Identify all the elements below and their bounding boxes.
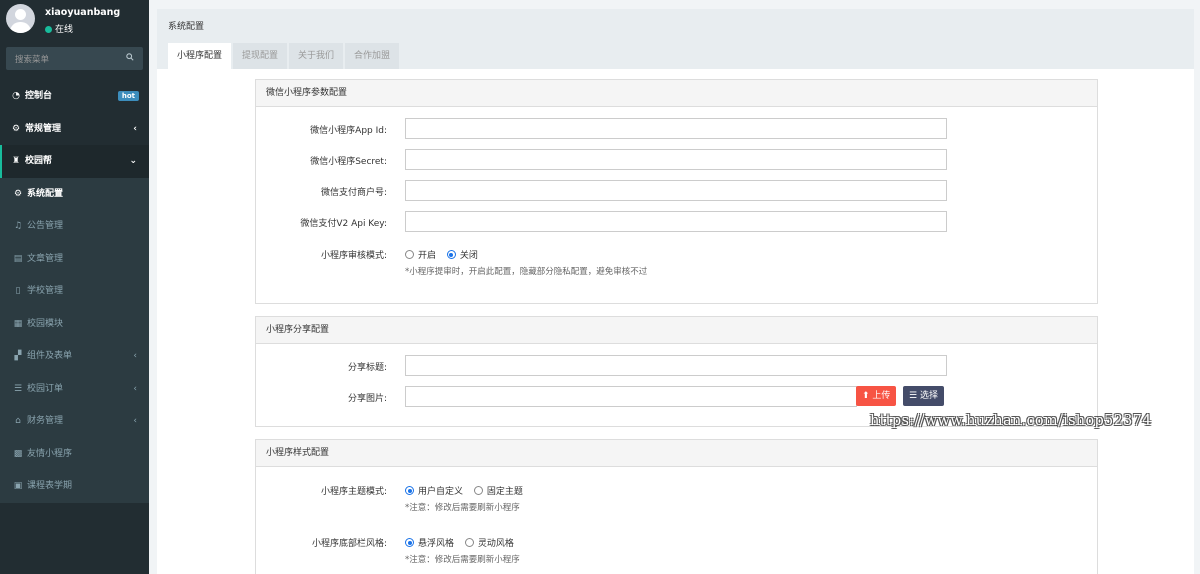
tabbar-floating-option[interactable]: 悬浮风格 [405,538,454,549]
radio-unchecked-icon[interactable] [464,538,474,547]
chevron-left-icon: ‹ [133,383,137,394]
hot-badge: hot [117,91,139,101]
review-mode-radios: 开启 关闭 [405,248,486,261]
page-title: 系统配置 [168,22,205,32]
share-section: 小程序分享配置 分享标题: 分享图片: ⬆ 上传 ☰ 选择 [255,316,1098,427]
sidebar-item-semesters[interactable]: ▣ 课程表学期 [0,470,149,503]
calendar-icon: ▣ [13,481,23,491]
wechat-params-section: 微信小程序参数配置 微信小程序App Id: 微信小程序Secret: 微信支付… [255,79,1098,304]
sidebar-item-articles[interactable]: ▤ 文章管理 [0,242,149,275]
choose-button[interactable]: ☰ 选择 [903,386,944,406]
section-title: 微信小程序参数配置 [256,80,1097,107]
tabbar-dynamic-option[interactable]: 灵动风格 [464,538,514,549]
secret-label: 微信小程序Secret: [310,157,387,167]
list-icon: ☰ [909,391,920,401]
list-alt-icon: ▤ [13,253,23,264]
theme-mode-hint: *注意：修改后需要刷新小程序 [405,503,520,513]
sidebar-item-dashboard[interactable]: ◔ 控制台 hot [0,80,149,113]
user-panel: xiaoyuanbang 在线 [0,0,149,44]
username: xiaoyuanbang [45,7,121,18]
search-icon[interactable] [126,53,134,61]
bell-icon: ♫ [13,221,23,231]
review-mode-label: 小程序审核模式: [320,251,387,261]
share-image-input[interactable] [405,386,857,407]
share-title-label: 分享标题: [347,363,387,373]
bank-icon: ⌂ [15,416,21,426]
sidebar-item-finance[interactable]: ⌂ 财务管理 ‹ [0,405,149,438]
online-dot-icon [45,26,52,33]
upload-icon: ⬆ [862,391,873,401]
cogs-icon: ⚙ [11,123,21,134]
th-large-icon: ▩ [13,448,23,459]
user-status: 在线 [45,22,73,35]
campus-submenu: ⚙ 系统配置 ♫ 公告管理 ▤ 文章管理 ▯ 学校管理 ▦ 校园模块 ▞ 组件及表单 ‹ ☰ 校… [0,177,149,503]
upload-button[interactable]: ⬆ 上传 [856,386,897,406]
sidebar-item-campus[interactable]: ♜ 校园帮 ⌄ [0,145,149,178]
chevron-left-icon: ‹ [133,416,137,426]
tabbar-style-hint: *注意：修改后需要刷新小程序 [405,555,520,565]
secret-input[interactable] [405,149,947,170]
theme-custom-option[interactable]: 用户自定义 [405,486,463,497]
tab-miniprogram-config[interactable]: 小程序配置 [168,43,232,69]
puzzle-icon: ▞ [14,351,22,361]
sidebar-item-schools[interactable]: ▯ 学校管理 [0,275,149,308]
radio-checked-icon[interactable] [405,486,414,495]
panel-header: 系统配置 小程序配置 提现配置 关于我们 合作加盟 [157,9,1194,69]
radio-unchecked-icon[interactable] [405,250,414,259]
tab-about-us[interactable]: 关于我们 [289,43,344,69]
radio-unchecked-icon[interactable] [473,486,483,495]
review-on-option[interactable]: 开启 [405,250,436,261]
app-id-label: 微信小程序App Id: [310,126,387,136]
theme-mode-label: 小程序主题模式: [320,487,387,497]
search-placeholder: 搜索菜单 [15,55,50,65]
radio-checked-icon[interactable] [405,538,414,547]
chevron-down-icon: ⌄ [129,156,137,166]
merchant-id-input[interactable] [405,180,947,201]
avatar[interactable] [6,4,35,33]
tabbar-style-radios: 悬浮风格 灵动风格 [405,536,522,549]
sidebar-item-orders[interactable]: ☰ 校园订单 ‹ [0,372,149,405]
share-title-input[interactable] [405,355,947,376]
theme-fixed-option[interactable]: 固定主题 [473,486,523,497]
review-off-option[interactable]: 关闭 [446,250,478,261]
tab-withdraw-config[interactable]: 提现配置 [233,43,288,69]
style-section: 小程序样式配置 小程序主题模式: 用户自定义 固定主题 *注意：修改后需要刷新小… [255,439,1098,574]
cogs-icon: ⚙ [13,188,23,199]
config-tabs: 小程序配置 提现配置 关于我们 合作加盟 [168,43,401,69]
main-panel: 系统配置 小程序配置 提现配置 关于我们 合作加盟 微信小程序参数配置 微信小程… [157,9,1194,574]
sidebar-item-partner-apps[interactable]: ▩ 友情小程序 [0,437,149,470]
tab-partnership[interactable]: 合作加盟 [345,43,400,69]
sidebar-item-notices[interactable]: ♫ 公告管理 [0,210,149,243]
share-image-label: 分享图片: [347,394,387,404]
review-mode-hint: *小程序提审时，开启此配置，隐藏部分隐私配置，避免审核不过 [405,267,648,277]
chevron-left-icon: ‹ [133,351,137,361]
api-key-input[interactable] [405,211,947,232]
sidebar-item-components[interactable]: ▞ 组件及表单 ‹ [0,340,149,373]
chevron-left-icon: ‹ [133,123,137,134]
th-icon: ▦ [13,318,23,329]
book-icon: ▯ [15,286,21,296]
sidebar: xiaoyuanbang 在线 搜索菜单 ◔ 控制台 hot ⚙ 常规管理 ‹ ♜ 校… [0,0,149,574]
search-menu-input[interactable]: 搜索菜单 [6,47,143,70]
api-key-label: 微信支付V2 Api Key: [300,219,387,229]
section-title: 小程序分享配置 [256,317,1097,344]
radio-checked-icon[interactable] [446,250,456,259]
dashboard-icon: ◔ [12,91,20,101]
sitemap-icon: ♜ [11,156,21,166]
theme-mode-radios: 用户自定义 固定主题 [405,484,531,497]
merchant-id-label: 微信支付商户号: [320,188,387,198]
sidebar-item-campus-modules[interactable]: ▦ 校园模块 [0,307,149,340]
sidebar-menu: ◔ 控制台 hot ⚙ 常规管理 ‹ ♜ 校园帮 ⌄ ⚙ 系统配置 ♫ 公告管理 ▤ 文章管… [0,80,149,503]
sidebar-item-general[interactable]: ⚙ 常规管理 ‹ [0,113,149,146]
app-id-input[interactable] [405,118,947,139]
watermark-text: https://www.huzhan.com/ishop52374 [870,413,1152,429]
list-icon: ☰ [13,383,23,394]
section-title: 小程序样式配置 [256,440,1097,467]
tabbar-style-label: 小程序底部栏风格: [311,539,387,549]
sidebar-item-system-config[interactable]: ⚙ 系统配置 [0,177,149,210]
